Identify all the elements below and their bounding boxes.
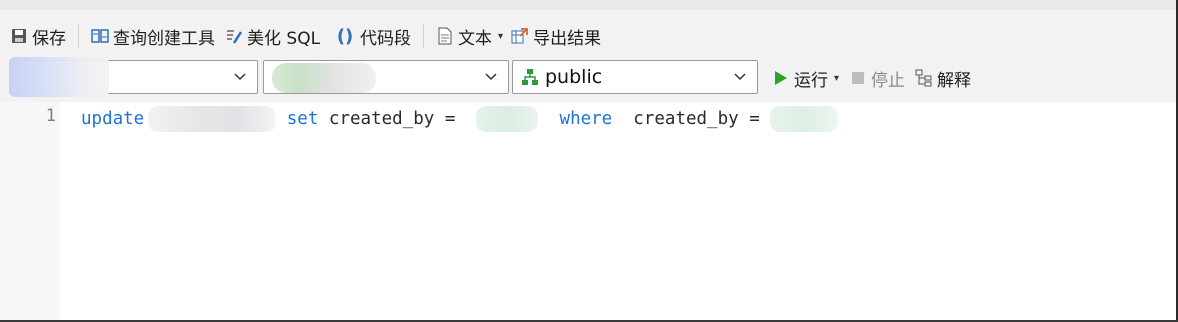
stop-button[interactable]: 停止 xyxy=(849,65,905,91)
save-label: 保存 xyxy=(32,28,66,49)
main-toolbar: 保存 查询创建工具 美化 SQL () 代码段 文本 ▾ 导出结果 xyxy=(0,23,1178,49)
explain-label: 解释 xyxy=(937,70,972,91)
dropdown-caret-icon: ▾ xyxy=(498,30,504,42)
beautify-sql-label: 美化 SQL xyxy=(247,28,321,49)
run-label: 运行 xyxy=(794,70,828,91)
toolbar-divider xyxy=(423,24,425,48)
redacted-connection xyxy=(9,57,109,97)
export-results-button[interactable]: 导出结果 xyxy=(511,23,601,49)
explain-button[interactable]: 解释 xyxy=(915,65,971,91)
export-results-label: 导出结果 xyxy=(533,28,602,49)
redacted-value xyxy=(476,106,539,132)
text-menu-label: 文本 xyxy=(458,28,493,49)
parentheses-icon: () xyxy=(336,25,354,47)
column-name: created_by xyxy=(328,109,435,129)
sql-editor[interactable]: 1 update set created_by = where created_… xyxy=(0,102,1178,322)
equals-operator: = xyxy=(444,109,456,129)
equals-operator: = xyxy=(749,109,760,129)
save-icon xyxy=(10,27,28,45)
stop-icon xyxy=(849,69,867,87)
snippet-label: 代码段 xyxy=(360,28,412,49)
snippet-button[interactable]: () 代码段 xyxy=(334,23,411,49)
column-name: created_by xyxy=(633,109,739,129)
chevron-down-icon xyxy=(734,73,746,81)
keyword-where: where xyxy=(559,109,613,129)
schema-select[interactable]: public xyxy=(512,60,758,94)
line-number: 1 xyxy=(45,106,56,126)
beautify-icon xyxy=(225,27,243,45)
schema-icon xyxy=(521,68,539,86)
query-builder-icon xyxy=(91,27,109,45)
beautify-sql-button[interactable]: 美化 SQL xyxy=(225,23,320,49)
query-builder-button[interactable]: 查询创建工具 xyxy=(91,23,215,49)
export-icon xyxy=(511,27,529,45)
redacted-table-name xyxy=(148,106,277,132)
redacted-database xyxy=(272,63,376,93)
text-menu-button[interactable]: 文本 ▾ xyxy=(436,23,503,49)
connection-select[interactable] xyxy=(9,57,258,97)
chevron-down-icon xyxy=(485,73,497,81)
run-button[interactable]: 运行 ▾ xyxy=(772,65,839,91)
code-line[interactable]: update set created_by = where created_by… xyxy=(81,106,839,132)
dropdown-caret-icon: ▾ xyxy=(834,72,840,84)
play-icon xyxy=(772,69,790,87)
selector-row: public 运行 ▾ 停止 解释 xyxy=(0,57,1178,97)
query-builder-label: 查询创建工具 xyxy=(113,28,215,49)
explain-icon xyxy=(915,69,933,87)
toolbar-divider xyxy=(78,24,79,48)
database-select[interactable] xyxy=(263,60,509,94)
line-number-gutter: 1 xyxy=(0,102,60,322)
keyword-update: update xyxy=(81,109,145,129)
schema-value: public xyxy=(545,66,603,88)
toolbar-area: 保存 查询创建工具 美化 SQL () 代码段 文本 ▾ 导出结果 public… xyxy=(0,10,1178,102)
document-icon xyxy=(436,27,454,45)
stop-label: 停止 xyxy=(871,70,906,91)
chevron-down-icon xyxy=(234,73,246,81)
redacted-value xyxy=(770,106,839,132)
run-controls: 运行 ▾ 停止 解释 xyxy=(772,65,971,91)
save-button[interactable]: 保存 xyxy=(10,23,66,49)
keyword-set: set xyxy=(286,109,319,129)
